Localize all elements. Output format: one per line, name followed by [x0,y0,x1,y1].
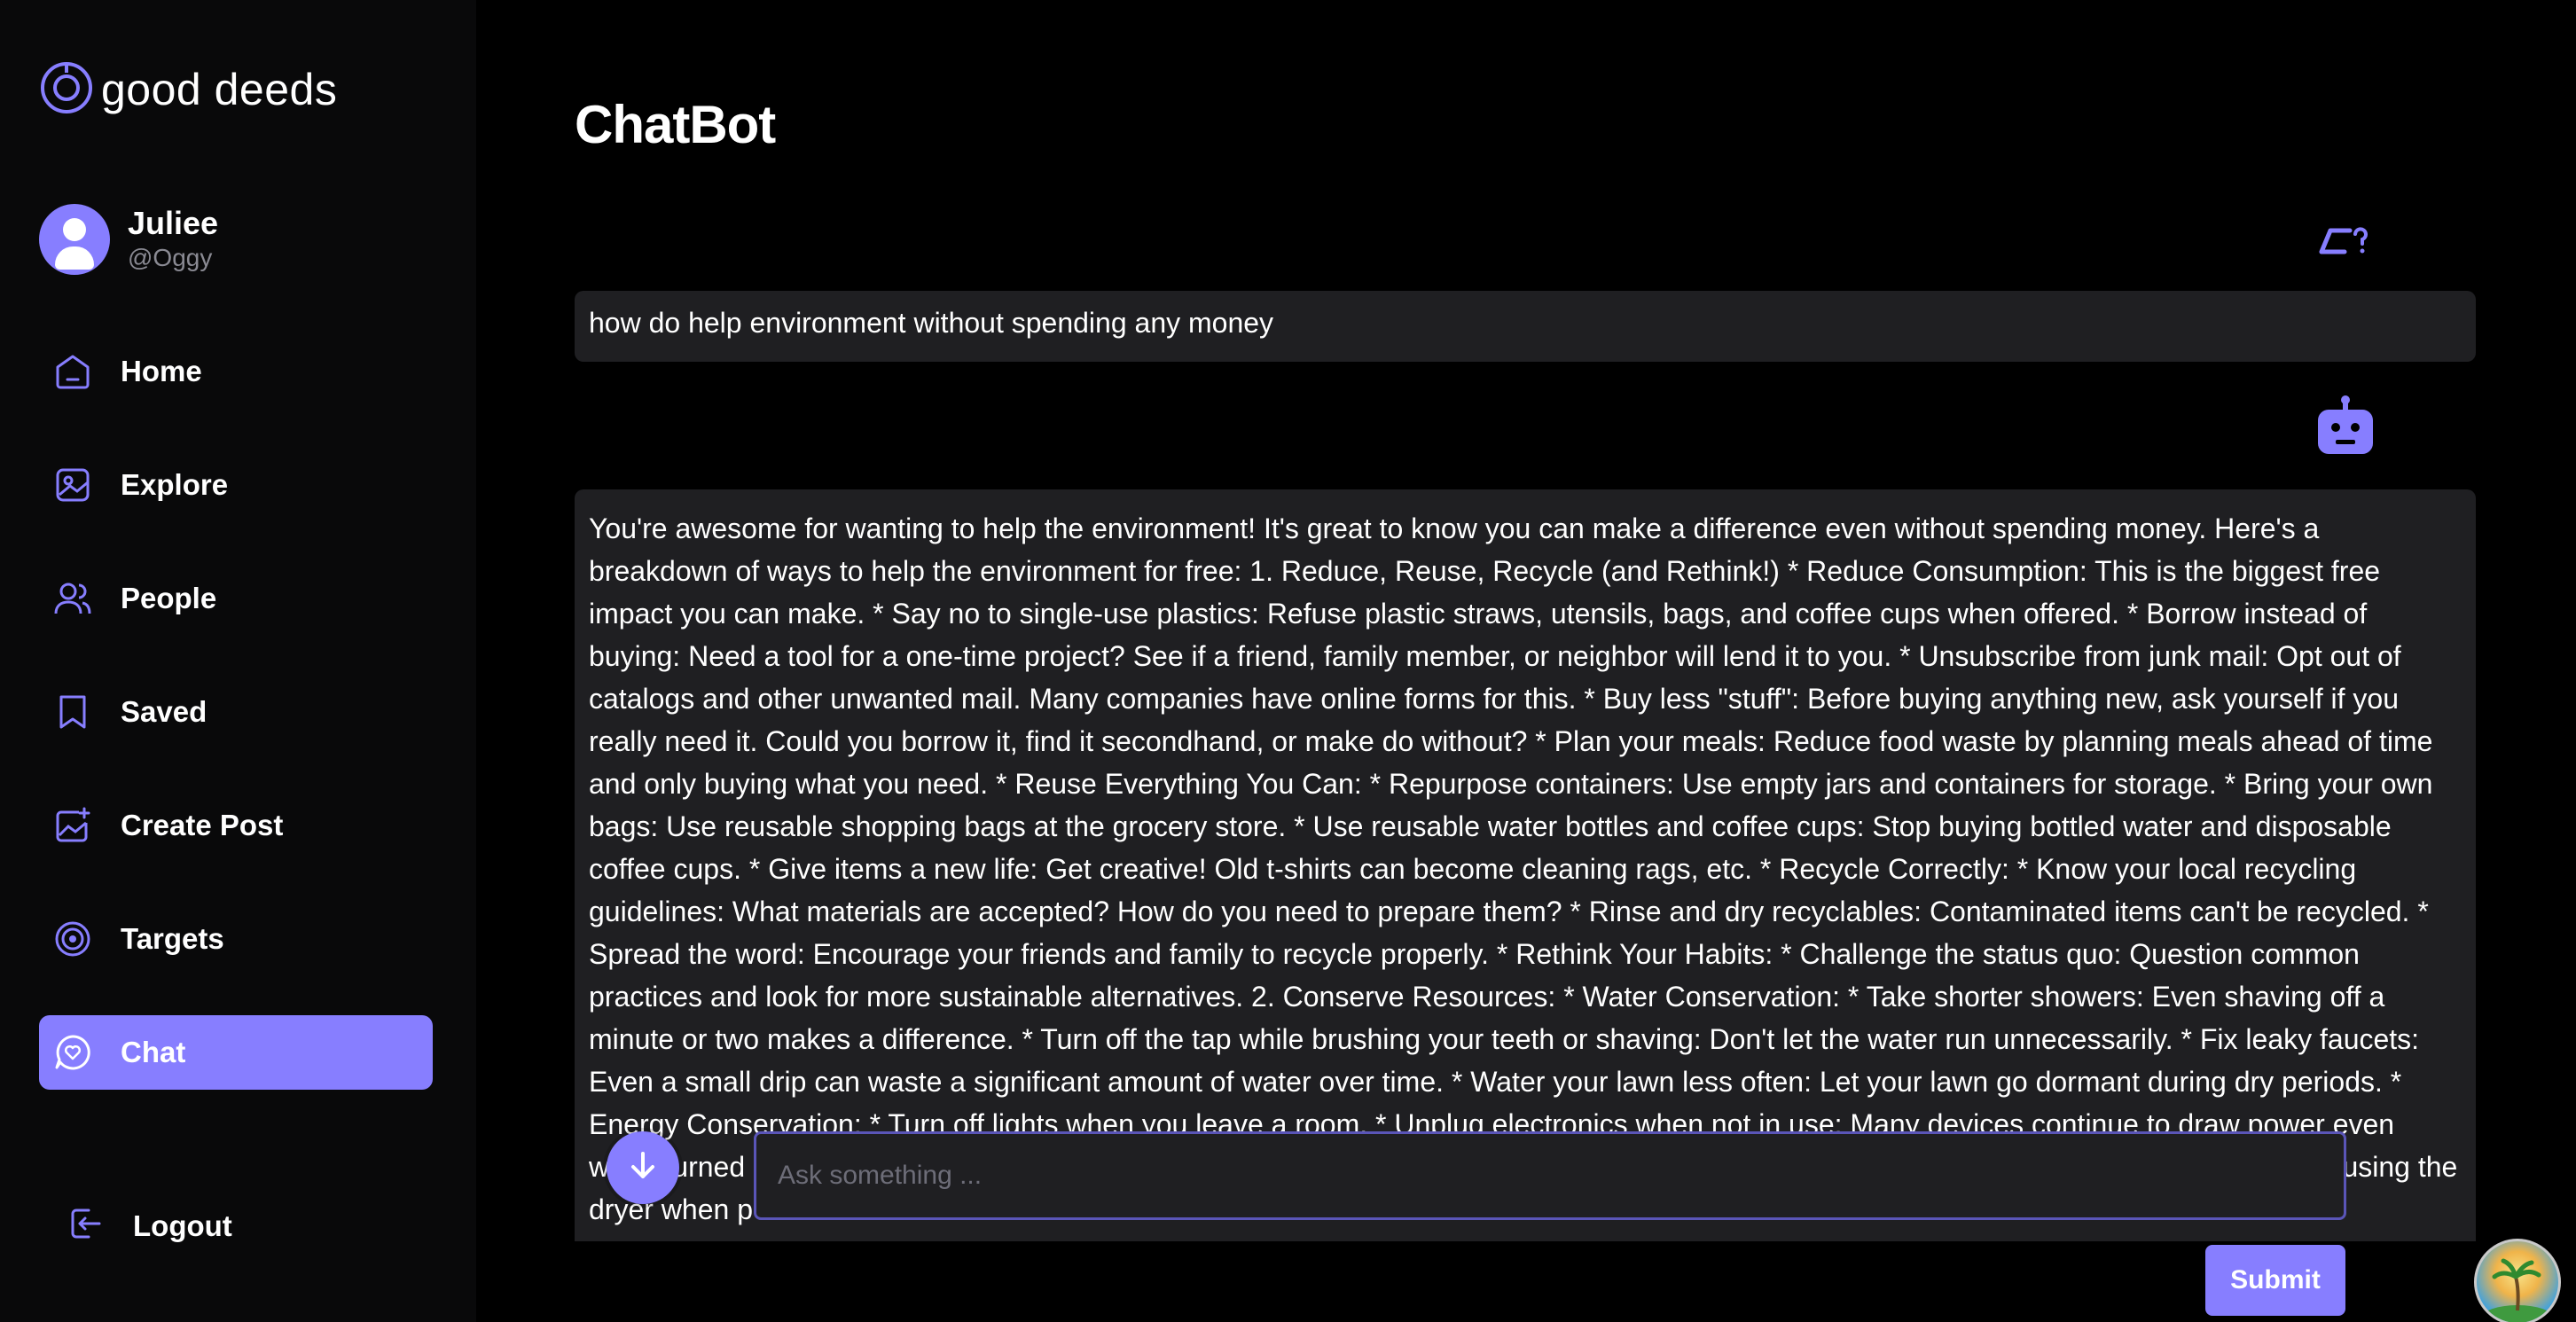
explore-icon [51,464,94,506]
page-title: ChatBot [575,95,776,154]
sidebar-item-home[interactable]: Home [39,334,433,409]
logout-button[interactable]: Logout [66,1203,232,1248]
target-icon [51,918,94,960]
bot-icon [2313,394,2378,459]
sidebar-item-label: People [121,582,217,614]
avatar [39,204,110,275]
ask-input[interactable] [754,1131,2346,1220]
profile-handle: @Oggy [128,244,213,271]
bookmark-icon [51,691,94,733]
sidebar-item-explore[interactable]: Explore [39,448,433,522]
sidebar-nav: Home Explore People Saved Create Post Ta… [39,334,433,1129]
app-name: good deeds [101,65,338,114]
sidebar-item-label: Create Post [121,809,284,841]
people-icon [51,577,94,620]
sidebar-item-chat[interactable]: Chat [39,1015,433,1090]
submit-button[interactable]: Submit [2205,1245,2345,1316]
sidebar-item-label: Explore [121,468,229,501]
corner-avatar[interactable] [2474,1239,2561,1322]
arrow-down-icon [625,1148,661,1188]
sidebar-item-label: Saved [121,695,207,728]
scroll-down-button[interactable] [607,1131,679,1204]
user-question-icon [2314,223,2376,259]
sidebar-item-label: Home [121,355,202,387]
sidebar-item-people[interactable]: People [39,561,433,636]
sidebar: good deeds Juliee @Oggy Home Explore Peo… [0,0,476,1322]
logo-icon [39,60,94,120]
chat-icon [51,1031,94,1074]
sidebar-item-label: Chat [121,1036,186,1068]
create-post-icon [51,804,94,847]
sidebar-item-create-post[interactable]: Create Post [39,788,433,863]
user-message: how do help environment without spending… [575,291,2476,362]
bot-message: You're awesome for wanting to help the e… [575,489,2476,1241]
logout-label: Logout [133,1209,232,1242]
sidebar-item-saved[interactable]: Saved [39,675,433,749]
user-profile[interactable]: Juliee @Oggy [39,204,218,275]
app-logo[interactable]: good deeds [39,59,337,121]
sidebar-item-targets[interactable]: Targets [39,902,433,976]
home-icon [51,350,94,393]
sidebar-item-label: Targets [121,922,224,955]
logout-icon [66,1203,106,1248]
profile-name: Juliee [128,205,219,241]
